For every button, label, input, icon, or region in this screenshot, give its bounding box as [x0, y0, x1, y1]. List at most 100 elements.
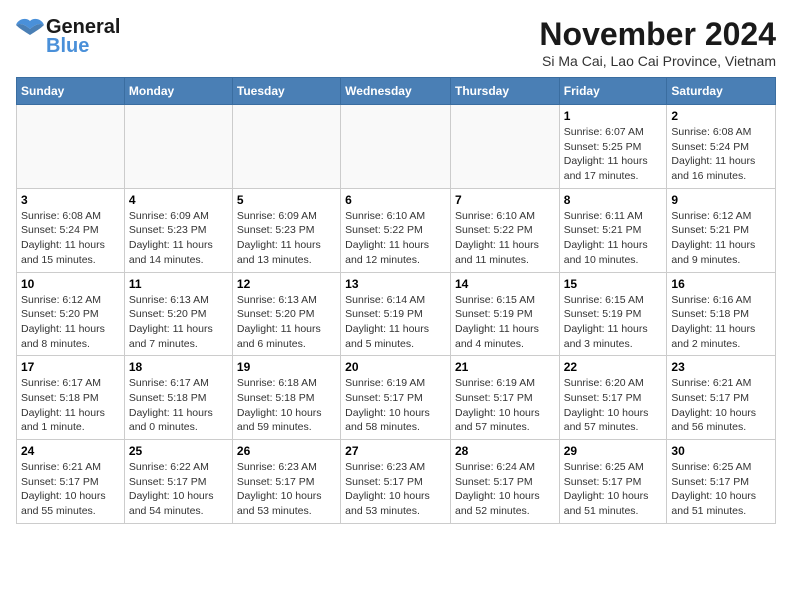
- calendar-day-cell: 9 Sunrise: 6:12 AM Sunset: 5:21 PM Daylig…: [667, 188, 776, 272]
- calendar-day-cell: 7 Sunrise: 6:10 AM Sunset: 5:22 PM Daylig…: [450, 188, 559, 272]
- calendar-day-cell: 11Sunrise: 6:13 AM Sunset: 5:20 PM Dayli…: [124, 272, 232, 356]
- calendar-day-cell: 1 Sunrise: 6:07 AM Sunset: 5:25 PM Daylig…: [559, 105, 667, 189]
- day-number: 26: [237, 444, 336, 458]
- day-detail: Sunrise: 6:11 AM Sunset: 5:21 PM Dayligh…: [564, 209, 663, 268]
- header-friday: Friday: [559, 78, 667, 105]
- day-number: 27: [345, 444, 446, 458]
- calendar-day-cell: 30 Sunrise: 6:25 AM Sunset: 5:17 PM Dayli…: [667, 440, 776, 524]
- day-detail: Sunrise: 6:21 AM Sunset: 5:17 PM Dayligh…: [671, 376, 771, 435]
- day-detail: Sunrise: 6:07 AM Sunset: 5:25 PM Dayligh…: [564, 125, 663, 184]
- day-detail: Sunrise: 6:08 AM Sunset: 5:24 PM Dayligh…: [671, 125, 771, 184]
- month-title: November 2024: [539, 16, 776, 53]
- calendar-week-2: 3 Sunrise: 6:08 AM Sunset: 5:24 PM Daylig…: [17, 188, 776, 272]
- calendar-day-cell: 5 Sunrise: 6:09 AM Sunset: 5:23 PM Daylig…: [232, 188, 340, 272]
- day-number: 14: [455, 277, 555, 291]
- header-wednesday: Wednesday: [341, 78, 451, 105]
- logo: General Blue: [16, 16, 120, 58]
- day-number: 2: [671, 109, 771, 123]
- day-detail: Sunrise: 6:22 AM Sunset: 5:17 PM Dayligh…: [129, 460, 228, 519]
- day-detail: Sunrise: 6:12 AM Sunset: 5:21 PM Dayligh…: [671, 209, 771, 268]
- day-detail: Sunrise: 6:08 AM Sunset: 5:24 PM Dayligh…: [21, 209, 120, 268]
- day-detail: Sunrise: 6:10 AM Sunset: 5:22 PM Dayligh…: [455, 209, 555, 268]
- day-number: 7: [455, 193, 555, 207]
- calendar-day-cell: 20 Sunrise: 6:19 AM Sunset: 5:17 PM Dayli…: [341, 356, 451, 440]
- calendar-day-cell: [17, 105, 125, 189]
- header-tuesday: Tuesday: [232, 78, 340, 105]
- day-detail: Sunrise: 6:09 AM Sunset: 5:23 PM Dayligh…: [237, 209, 336, 268]
- day-number: 28: [455, 444, 555, 458]
- calendar-day-cell: 22 Sunrise: 6:20 AM Sunset: 5:17 PM Dayli…: [559, 356, 667, 440]
- day-detail: Sunrise: 6:15 AM Sunset: 5:19 PM Dayligh…: [455, 293, 555, 352]
- day-number: 5: [237, 193, 336, 207]
- calendar-day-cell: 27 Sunrise: 6:23 AM Sunset: 5:17 PM Dayli…: [341, 440, 451, 524]
- calendar-day-cell: [450, 105, 559, 189]
- header-sunday: Sunday: [17, 78, 125, 105]
- day-number: 18: [129, 360, 228, 374]
- calendar-day-cell: 8 Sunrise: 6:11 AM Sunset: 5:21 PM Daylig…: [559, 188, 667, 272]
- calendar-day-cell: [341, 105, 451, 189]
- day-detail: Sunrise: 6:13 AM Sunset: 5:20 PM Dayligh…: [129, 293, 228, 352]
- calendar-day-cell: 15Sunrise: 6:15 AM Sunset: 5:19 PM Dayli…: [559, 272, 667, 356]
- calendar-day-cell: 23 Sunrise: 6:21 AM Sunset: 5:17 PM Dayli…: [667, 356, 776, 440]
- calendar-day-cell: 26Sunrise: 6:23 AM Sunset: 5:17 PM Dayli…: [232, 440, 340, 524]
- day-number: 9: [671, 193, 771, 207]
- calendar-table: Sunday Monday Tuesday Wednesday Thursday…: [16, 77, 776, 524]
- day-number: 4: [129, 193, 228, 207]
- day-detail: Sunrise: 6:25 AM Sunset: 5:17 PM Dayligh…: [671, 460, 771, 519]
- day-number: 20: [345, 360, 446, 374]
- day-detail: Sunrise: 6:13 AM Sunset: 5:20 PM Dayligh…: [237, 293, 336, 352]
- calendar-day-cell: [232, 105, 340, 189]
- day-detail: Sunrise: 6:20 AM Sunset: 5:17 PM Dayligh…: [564, 376, 663, 435]
- calendar-day-cell: 21Sunrise: 6:19 AM Sunset: 5:17 PM Dayli…: [450, 356, 559, 440]
- calendar-day-cell: 2 Sunrise: 6:08 AM Sunset: 5:24 PM Daylig…: [667, 105, 776, 189]
- day-detail: Sunrise: 6:19 AM Sunset: 5:17 PM Dayligh…: [345, 376, 446, 435]
- day-number: 29: [564, 444, 663, 458]
- header-monday: Monday: [124, 78, 232, 105]
- page-header: General Blue November 2024 Si Ma Cai, La…: [16, 16, 776, 69]
- location-subtitle: Si Ma Cai, Lao Cai Province, Vietnam: [539, 53, 776, 69]
- header-thursday: Thursday: [450, 78, 559, 105]
- day-number: 1: [564, 109, 663, 123]
- calendar-day-cell: 14 Sunrise: 6:15 AM Sunset: 5:19 PM Dayli…: [450, 272, 559, 356]
- day-number: 16: [671, 277, 771, 291]
- day-detail: Sunrise: 6:09 AM Sunset: 5:23 PM Dayligh…: [129, 209, 228, 268]
- logo-bird-icon: [16, 17, 44, 39]
- calendar-week-3: 10Sunrise: 6:12 AM Sunset: 5:20 PM Dayli…: [17, 272, 776, 356]
- day-number: 30: [671, 444, 771, 458]
- day-detail: Sunrise: 6:18 AM Sunset: 5:18 PM Dayligh…: [237, 376, 336, 435]
- calendar-week-1: 1 Sunrise: 6:07 AM Sunset: 5:25 PM Daylig…: [17, 105, 776, 189]
- day-detail: Sunrise: 6:10 AM Sunset: 5:22 PM Dayligh…: [345, 209, 446, 268]
- day-detail: Sunrise: 6:12 AM Sunset: 5:20 PM Dayligh…: [21, 293, 120, 352]
- calendar-day-cell: 3 Sunrise: 6:08 AM Sunset: 5:24 PM Daylig…: [17, 188, 125, 272]
- day-number: 3: [21, 193, 120, 207]
- calendar-day-cell: 25 Sunrise: 6:22 AM Sunset: 5:17 PM Dayli…: [124, 440, 232, 524]
- day-number: 23: [671, 360, 771, 374]
- calendar-day-cell: 19 Sunrise: 6:18 AM Sunset: 5:18 PM Dayli…: [232, 356, 340, 440]
- day-number: 22: [564, 360, 663, 374]
- calendar-day-cell: 18 Sunrise: 6:17 AM Sunset: 5:18 PM Dayli…: [124, 356, 232, 440]
- day-detail: Sunrise: 6:25 AM Sunset: 5:17 PM Dayligh…: [564, 460, 663, 519]
- day-detail: Sunrise: 6:24 AM Sunset: 5:17 PM Dayligh…: [455, 460, 555, 519]
- calendar-day-cell: 10Sunrise: 6:12 AM Sunset: 5:20 PM Dayli…: [17, 272, 125, 356]
- calendar-week-5: 24Sunrise: 6:21 AM Sunset: 5:17 PM Dayli…: [17, 440, 776, 524]
- day-number: 17: [21, 360, 120, 374]
- day-number: 12: [237, 277, 336, 291]
- day-detail: Sunrise: 6:19 AM Sunset: 5:17 PM Dayligh…: [455, 376, 555, 435]
- title-section: November 2024 Si Ma Cai, Lao Cai Provinc…: [539, 16, 776, 69]
- day-detail: Sunrise: 6:14 AM Sunset: 5:19 PM Dayligh…: [345, 293, 446, 352]
- calendar-day-cell: 4 Sunrise: 6:09 AM Sunset: 5:23 PM Daylig…: [124, 188, 232, 272]
- header-saturday: Saturday: [667, 78, 776, 105]
- day-number: 25: [129, 444, 228, 458]
- day-number: 6: [345, 193, 446, 207]
- day-detail: Sunrise: 6:23 AM Sunset: 5:17 PM Dayligh…: [345, 460, 446, 519]
- calendar-day-cell: 13Sunrise: 6:14 AM Sunset: 5:19 PM Dayli…: [341, 272, 451, 356]
- calendar-day-cell: 24Sunrise: 6:21 AM Sunset: 5:17 PM Dayli…: [17, 440, 125, 524]
- calendar-day-cell: [124, 105, 232, 189]
- day-number: 19: [237, 360, 336, 374]
- day-detail: Sunrise: 6:15 AM Sunset: 5:19 PM Dayligh…: [564, 293, 663, 352]
- calendar-day-cell: 6 Sunrise: 6:10 AM Sunset: 5:22 PM Daylig…: [341, 188, 451, 272]
- day-number: 8: [564, 193, 663, 207]
- logo-blue: Blue: [46, 35, 89, 58]
- calendar-header-row: Sunday Monday Tuesday Wednesday Thursday…: [17, 78, 776, 105]
- day-detail: Sunrise: 6:17 AM Sunset: 5:18 PM Dayligh…: [129, 376, 228, 435]
